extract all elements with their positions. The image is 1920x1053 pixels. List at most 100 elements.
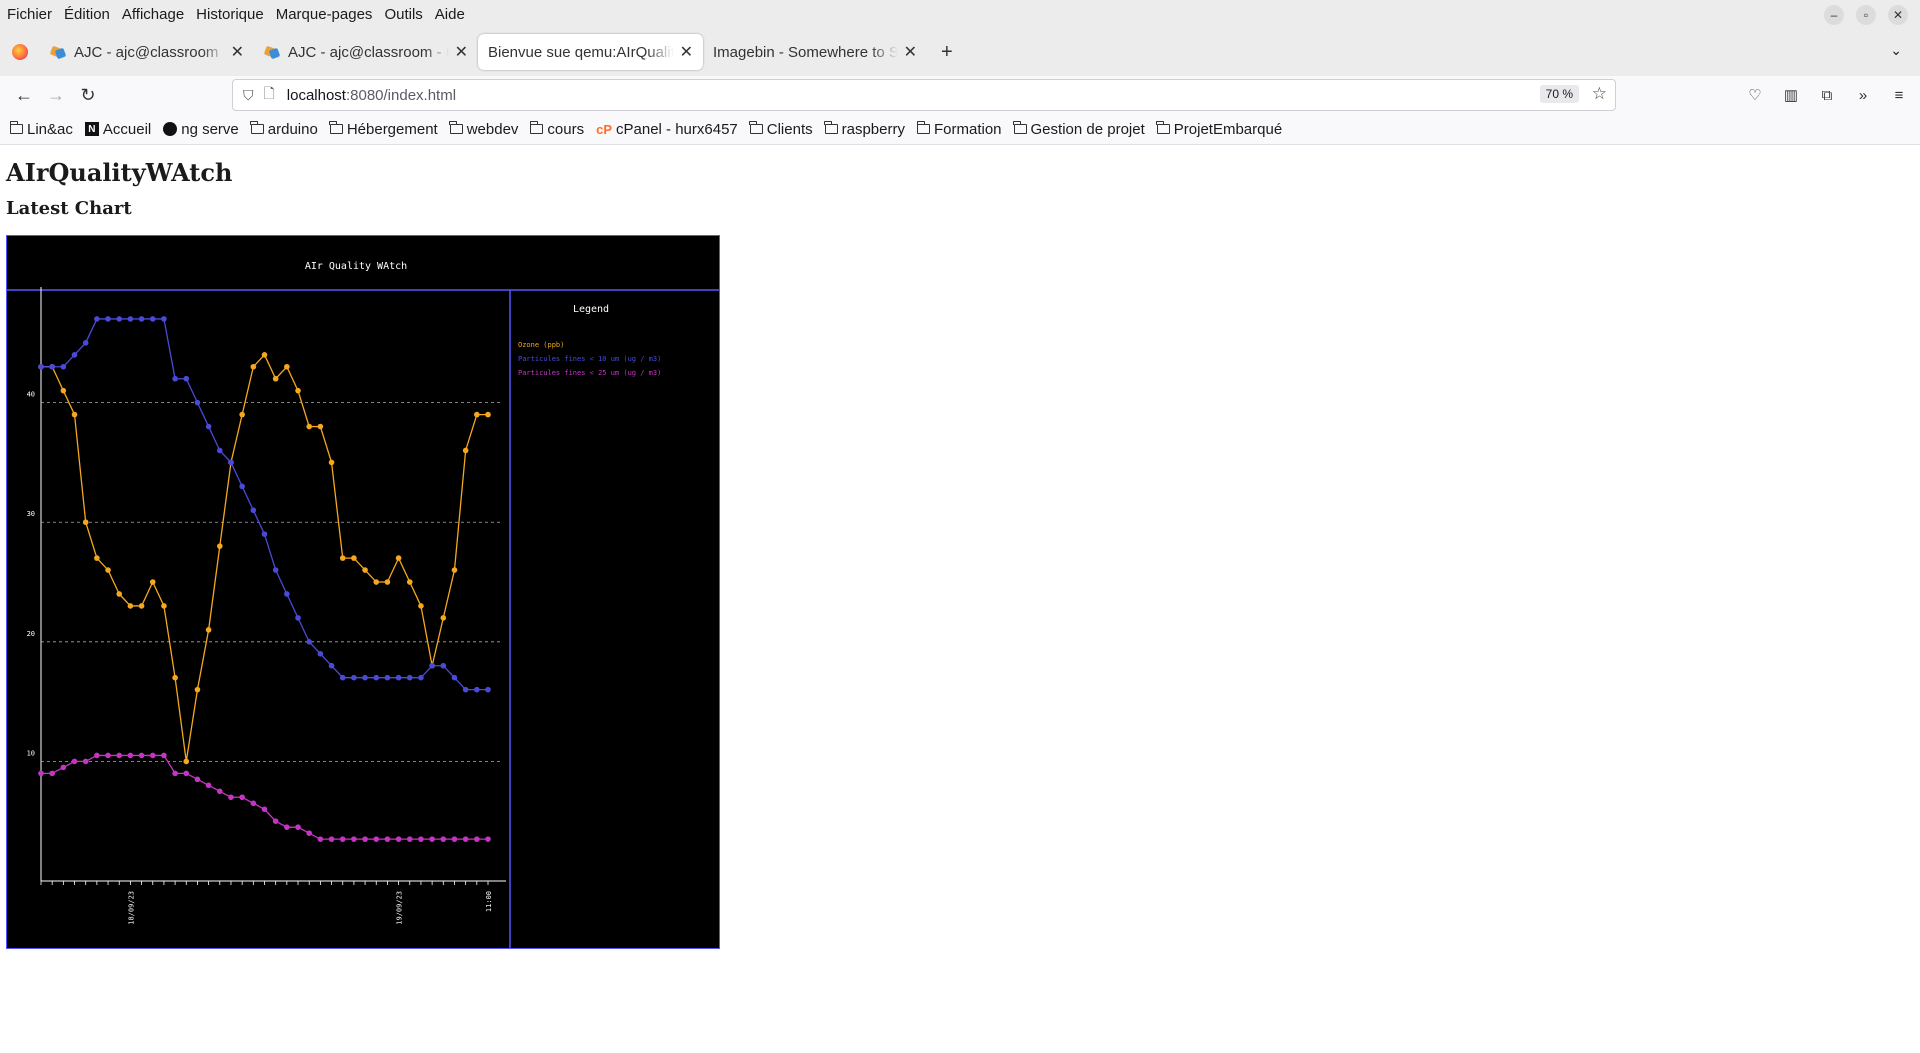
tab-close-icon[interactable]: ✕ [680, 42, 693, 62]
bookmark-accueil[interactable]: N Accueil [84, 120, 152, 138]
data-point [161, 316, 167, 322]
bookmark-folder-arduino[interactable]: arduino [250, 120, 318, 138]
sidebar-icon[interactable]: ▥ [1778, 79, 1804, 111]
bookmark-label: ProjetEmbarqué [1173, 120, 1283, 138]
chevron-down-icon[interactable]: ⌄ [1890, 42, 1902, 59]
x-tick-label: 18/09/23 [127, 891, 135, 925]
overflow-icon[interactable]: » [1850, 79, 1876, 111]
data-point [462, 686, 469, 693]
data-point [384, 674, 391, 681]
menu-affichage[interactable]: Affichage [116, 6, 190, 23]
extensions-icon[interactable]: ⧉ [1814, 79, 1840, 111]
data-point [261, 531, 268, 537]
data-point [339, 674, 346, 681]
tab-close-icon[interactable]: ✕ [904, 42, 917, 62]
data-point [172, 770, 178, 777]
data-point [485, 411, 491, 418]
data-point [116, 316, 123, 322]
bookmark-folder-cours[interactable]: cours [530, 121, 584, 138]
data-point [149, 752, 156, 759]
data-point [451, 567, 458, 573]
data-point [429, 836, 435, 842]
menu-outils[interactable]: Outils [378, 6, 428, 23]
pocket-icon[interactable]: ♡ [1742, 79, 1768, 111]
tab-title: AJC - ajc@classroom - PR [288, 43, 449, 61]
data-point [474, 836, 480, 842]
ng-icon [163, 122, 178, 136]
data-point [138, 603, 145, 609]
cpanel-icon: cP [596, 121, 613, 137]
data-point [339, 555, 346, 561]
tab-ajc-pr[interactable]: AJC - ajc@classroom - PR ✕ [254, 34, 478, 70]
data-point [261, 806, 268, 813]
bookmark-folder-formation[interactable]: Formation [916, 120, 1002, 138]
data-point [328, 459, 335, 466]
folder-icon [916, 121, 930, 134]
data-point [462, 836, 469, 842]
bookmark-folder-gestion[interactable]: Gestion de projet [1013, 120, 1145, 138]
bookmark-folder-linac[interactable]: Lin&ac [9, 121, 73, 138]
bookmark-label: Accueil [102, 120, 152, 138]
data-point [373, 674, 380, 681]
data-point [295, 615, 301, 621]
bookmark-cpanel[interactable]: cP cPanel - hurx6457 [596, 121, 738, 138]
bookmark-label: Formation [933, 120, 1002, 138]
data-point [306, 830, 313, 836]
data-point [127, 316, 134, 322]
data-point [116, 752, 123, 759]
folder-icon [9, 121, 23, 134]
firefox-icon[interactable] [12, 44, 28, 60]
close-window-icon[interactable]: ✕ [1888, 5, 1908, 25]
menu-fichier[interactable]: Fichier [0, 6, 58, 23]
data-point [451, 836, 458, 842]
bookmark-folder-clients[interactable]: Clients [749, 121, 813, 138]
chart-background [6, 235, 720, 949]
data-point [362, 567, 368, 573]
bookmark-label: arduino [267, 120, 318, 138]
data-point [306, 423, 313, 430]
url-bar[interactable]: ⛉ 🗋 localhost:8080/index.html 70 % ☆ [232, 79, 1616, 111]
y-tick-label: 30 [27, 510, 35, 518]
restore-icon[interactable]: ▫ [1856, 5, 1876, 25]
minimize-icon[interactable]: – [1824, 5, 1844, 25]
tab-close-icon[interactable]: ✕ [231, 42, 244, 62]
bookmark-folder-raspberry[interactable]: raspberry [824, 121, 905, 138]
menu-edition[interactable]: Édition [58, 6, 116, 23]
data-point [362, 836, 368, 842]
data-point [306, 639, 313, 645]
data-point [194, 399, 201, 406]
menu-aide[interactable]: Aide [429, 6, 471, 23]
data-point [384, 836, 391, 842]
data-point [272, 818, 279, 825]
bookmark-folder-projetembarque[interactable]: ProjetEmbarqué [1156, 120, 1283, 138]
shield-icon[interactable]: ⛉ [243, 87, 254, 104]
tab-airquality[interactable]: Bienvue sue qemu:AIrQualit ✕ [478, 34, 703, 70]
chart-title: AIr Quality WAtch [305, 261, 407, 272]
new-tab-icon[interactable]: + [941, 41, 953, 64]
data-point [205, 423, 212, 430]
menu-marque-pages[interactable]: Marque-pages [270, 6, 379, 23]
bookmark-star-icon[interactable]: ☆ [1592, 84, 1607, 104]
tab-close-icon[interactable]: ✕ [455, 42, 468, 62]
data-point [228, 794, 234, 801]
tab-ajc-mail[interactable]: AJC - ajc@classroom - Ma ✕ [40, 34, 254, 70]
forward-icon[interactable]: → [40, 79, 72, 111]
menu-historique[interactable]: Historique [190, 6, 270, 23]
toolbar-icons: ♡ ▥ ⧉ » ≡ [1742, 79, 1912, 111]
bookmark-folder-webdev[interactable]: webdev [449, 120, 519, 138]
data-point [161, 752, 167, 759]
bookmark-label: Gestion de projet [1030, 120, 1145, 138]
data-point [418, 836, 424, 842]
data-point [239, 794, 245, 801]
bookmark-ng-serve[interactable]: ng serve [163, 121, 239, 138]
bookmark-folder-hebergement[interactable]: Hébergement [329, 121, 438, 138]
tab-imagebin[interactable]: Imagebin - Somewhere to St ✕ [703, 34, 927, 70]
hamburger-menu-icon[interactable]: ≡ [1886, 79, 1912, 111]
reload-icon[interactable]: ↻ [72, 79, 104, 111]
page-icon[interactable]: 🗋 [264, 83, 275, 107]
back-icon[interactable]: ← [8, 79, 40, 111]
menu-bar: Fichier Édition Affichage Historique Mar… [0, 0, 1920, 28]
zoom-level[interactable]: 70 % [1539, 85, 1579, 103]
data-point [485, 686, 491, 693]
bookmark-label: webdev [466, 120, 519, 138]
